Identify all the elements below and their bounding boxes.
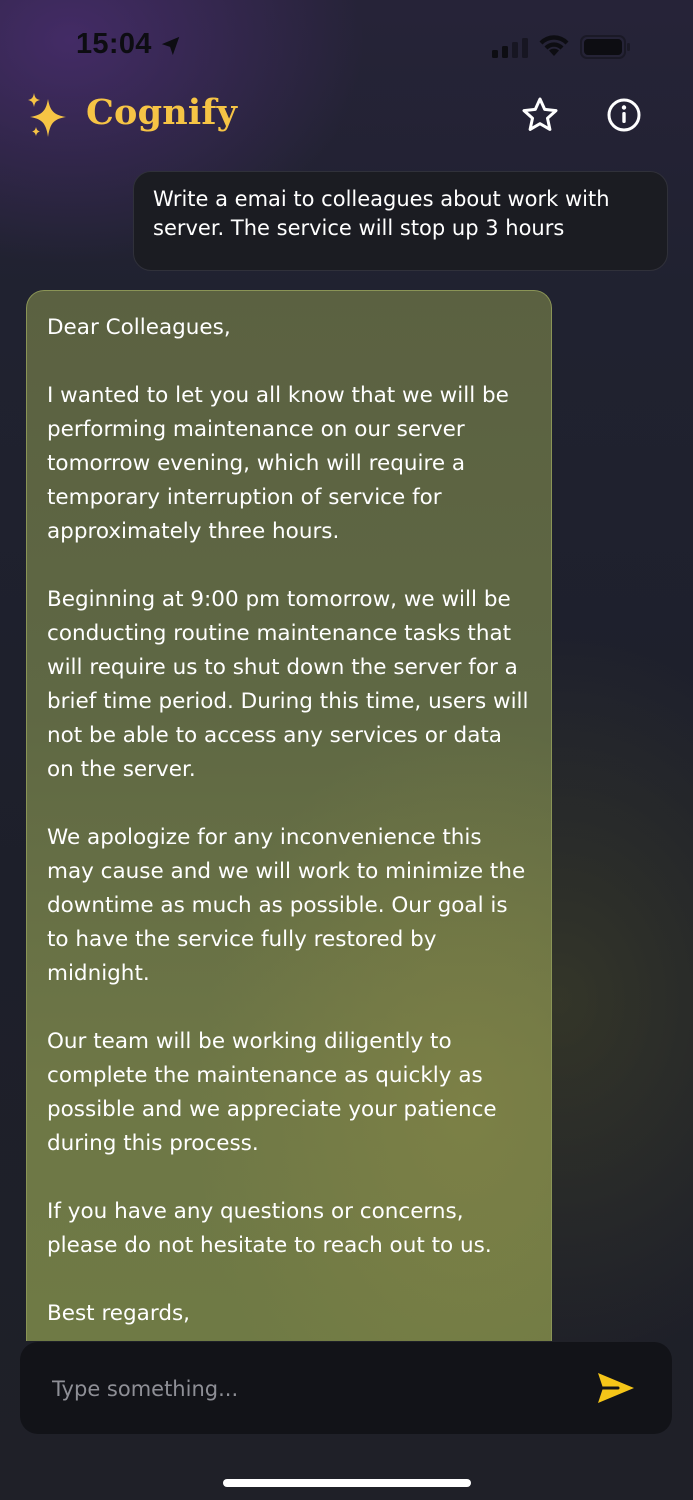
message-composer	[20, 1342, 672, 1434]
send-arrow-icon	[598, 1373, 634, 1403]
assistant-paragraph: We apologize for any inconvenience this …	[47, 825, 526, 986]
assistant-message-bubble: Dear Colleagues, I wanted to let you all…	[26, 290, 552, 1341]
assistant-paragraph: Beginning at 9:00 pm tomorrow, we will b…	[47, 587, 529, 782]
assistant-paragraph: I wanted to let you all know that we wil…	[47, 383, 509, 544]
home-indicator	[223, 1479, 471, 1487]
status-time: 15:04	[76, 28, 152, 60]
status-bar: 15:04	[0, 0, 693, 92]
sparkles-icon	[28, 93, 66, 137]
send-button[interactable]	[594, 1368, 638, 1408]
star-icon	[522, 97, 558, 131]
assistant-paragraph: Dear Colleagues,	[47, 315, 231, 340]
location-arrow-icon	[161, 36, 180, 56]
app-title: Cognify	[86, 92, 238, 133]
battery-icon	[580, 35, 630, 59]
info-icon	[607, 98, 641, 132]
message-input[interactable]	[50, 1368, 574, 1410]
info-button[interactable]	[602, 93, 646, 137]
cellular-signal-icon	[492, 38, 528, 58]
user-message-text: Write a emai to colleagues about work wi…	[153, 187, 610, 240]
assistant-paragraph: Our team will be working diligently to c…	[47, 1029, 497, 1156]
wifi-icon	[539, 35, 569, 56]
app-header: Cognify	[0, 88, 693, 144]
assistant-paragraph: Best regards,	[47, 1301, 191, 1326]
user-message-bubble: Write a emai to colleagues about work wi…	[133, 171, 668, 271]
favorite-button[interactable]	[518, 93, 562, 137]
assistant-paragraph: If you have any questions or concerns, p…	[47, 1199, 492, 1258]
